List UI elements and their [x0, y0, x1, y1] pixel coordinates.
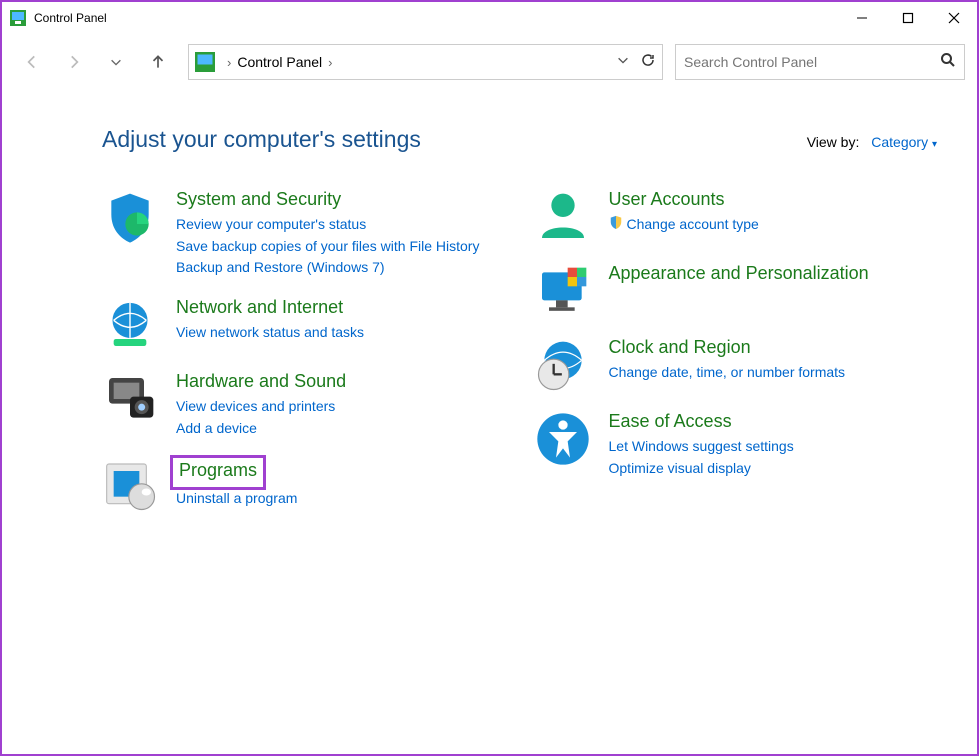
- control-panel-app-icon: [10, 10, 26, 26]
- system-security-icon[interactable]: [102, 189, 158, 245]
- network-icon[interactable]: [102, 297, 158, 353]
- uac-shield-icon: [609, 214, 623, 236]
- category-title[interactable]: System and Security: [176, 189, 341, 210]
- category-item: Hardware and Sound View devices and print…: [102, 371, 505, 439]
- control-panel-path-icon: [195, 52, 215, 72]
- appearance-icon[interactable]: [535, 263, 591, 319]
- category-title[interactable]: Clock and Region: [609, 337, 751, 358]
- category-title[interactable]: Ease of Access: [609, 411, 732, 432]
- programs-icon[interactable]: [102, 457, 158, 513]
- category-item: Appearance and Personalization: [535, 263, 938, 319]
- page-title: Adjust your computer's settings: [102, 126, 421, 153]
- category-title[interactable]: User Accounts: [609, 189, 725, 210]
- user-accounts-icon[interactable]: [535, 189, 591, 245]
- category-link[interactable]: Review your computer's status: [176, 214, 505, 236]
- titlebar: Control Panel: [2, 2, 977, 34]
- forward-button[interactable]: [56, 46, 92, 78]
- up-button[interactable]: [140, 46, 176, 78]
- category-item: System and Security Review your computer'…: [102, 189, 505, 279]
- window-controls: [839, 2, 977, 34]
- category-link[interactable]: Uninstall a program: [176, 488, 505, 510]
- hardware-icon[interactable]: [102, 371, 158, 427]
- refresh-button[interactable]: [640, 52, 656, 73]
- category-title[interactable]: Hardware and Sound: [176, 371, 346, 392]
- highlight-box: Programs: [170, 455, 266, 490]
- view-by-control: View by: Category ▾: [807, 134, 937, 150]
- search-box[interactable]: [675, 44, 965, 80]
- category-link[interactable]: Optimize visual display: [609, 458, 938, 480]
- category-link[interactable]: Change date, time, or number formats: [609, 362, 938, 384]
- clock-icon[interactable]: [535, 337, 591, 393]
- category-link[interactable]: View devices and printers: [176, 396, 505, 418]
- category-title[interactable]: Programs: [179, 460, 257, 481]
- toolbar: › Control Panel ›: [2, 34, 977, 90]
- breadcrumb-separator: ›: [227, 55, 231, 70]
- close-button[interactable]: [931, 2, 977, 34]
- category-title[interactable]: Appearance and Personalization: [609, 263, 869, 284]
- view-by-dropdown[interactable]: Category ▾: [871, 134, 937, 150]
- content-area: Adjust your computer's settings View by:…: [2, 90, 977, 533]
- category-link[interactable]: Let Windows suggest settings: [609, 436, 938, 458]
- category-link[interactable]: Save backup copies of your files with Fi…: [176, 236, 505, 258]
- category-link[interactable]: View network status and tasks: [176, 322, 505, 344]
- category-item: Network and Internet View network status …: [102, 297, 505, 353]
- recent-dropdown[interactable]: [98, 46, 134, 78]
- category-item: Ease of Access Let Windows suggest settin…: [535, 411, 938, 479]
- minimize-button[interactable]: [839, 2, 885, 34]
- category-item: Clock and Region Change date, time, or nu…: [535, 337, 938, 393]
- back-button[interactable]: [14, 46, 50, 78]
- category-link[interactable]: Add a device: [176, 418, 505, 440]
- search-input[interactable]: [684, 54, 940, 70]
- ease-of-access-icon[interactable]: [535, 411, 591, 467]
- category-item: User Accounts Change account type: [535, 189, 938, 245]
- category-title[interactable]: Network and Internet: [176, 297, 343, 318]
- window-title: Control Panel: [34, 11, 107, 25]
- view-by-label: View by:: [807, 134, 860, 150]
- category-item: Programs Uninstall a program: [102, 457, 505, 513]
- breadcrumb-item[interactable]: Control Panel: [237, 54, 322, 70]
- breadcrumb-separator: ›: [328, 55, 332, 70]
- category-link[interactable]: Change account type: [609, 214, 938, 236]
- address-dropdown-icon[interactable]: [616, 53, 630, 72]
- address-bar[interactable]: › Control Panel ›: [188, 44, 663, 80]
- maximize-button[interactable]: [885, 2, 931, 34]
- category-link[interactable]: Backup and Restore (Windows 7): [176, 257, 505, 279]
- search-icon[interactable]: [940, 52, 956, 73]
